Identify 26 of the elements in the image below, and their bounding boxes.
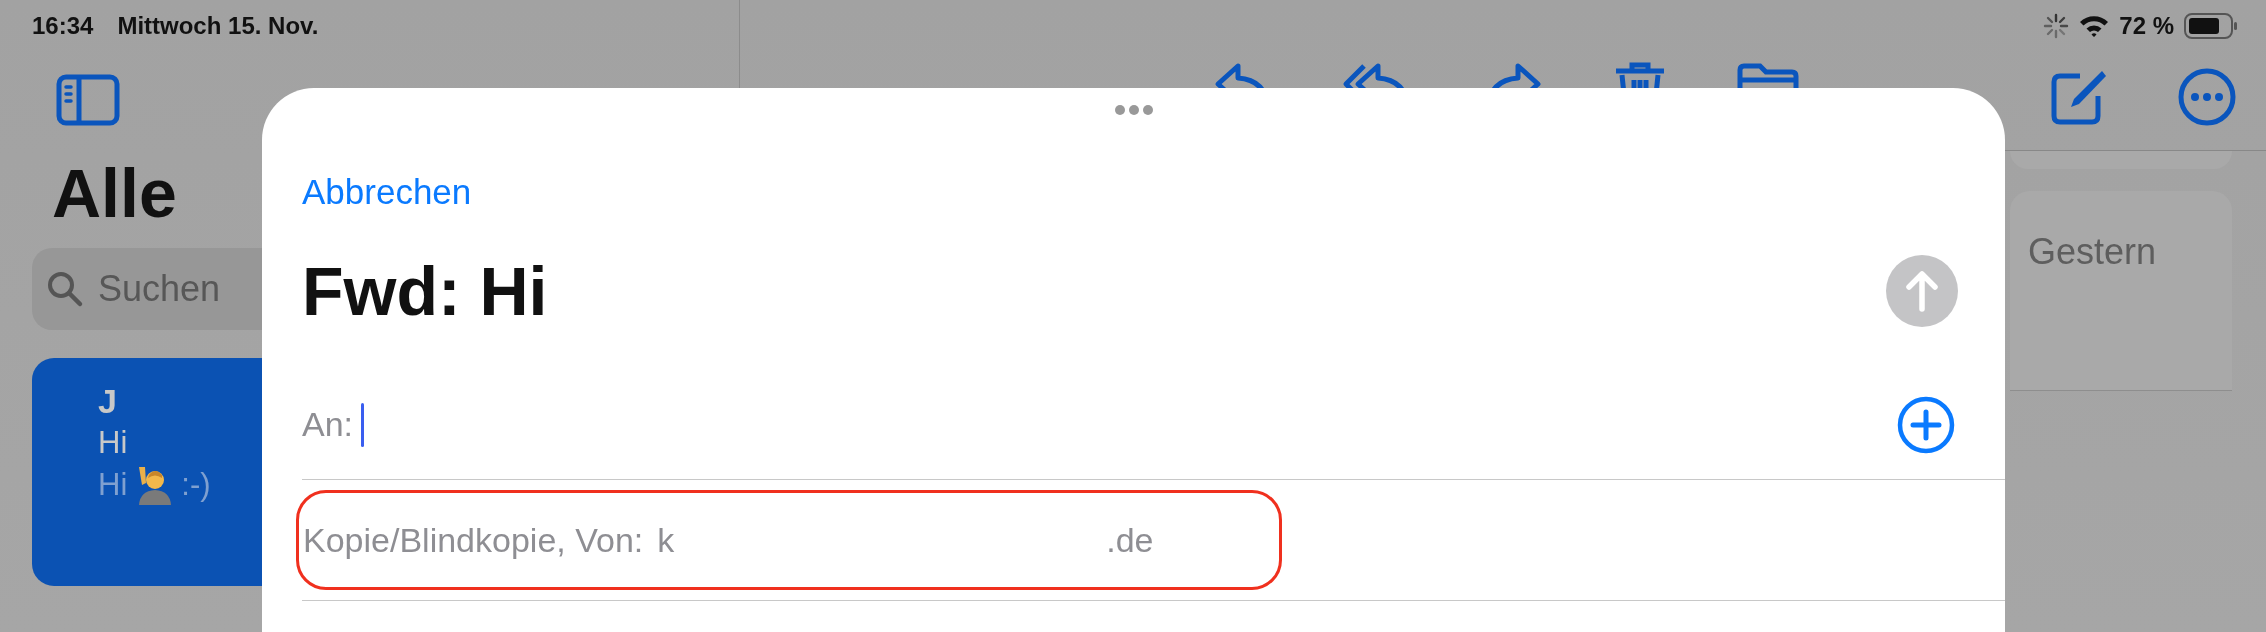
message-preview: :-) xyxy=(181,467,211,503)
subject-title: Fwd: Hi xyxy=(302,252,548,330)
search-icon xyxy=(46,270,84,308)
send-button[interactable] xyxy=(1886,255,1958,327)
to-label: An: xyxy=(302,405,354,444)
status-date: Mittwoch 15. Nov. xyxy=(117,12,319,40)
status-time: 16:34 xyxy=(32,12,94,40)
from-address: k xyxy=(657,520,675,560)
message-card[interactable]: Gestern xyxy=(2010,191,2232,391)
cancel-button[interactable]: Abbrechen xyxy=(302,172,472,212)
cc-from-label: Kopie/Blindkopie, Von: xyxy=(303,520,644,560)
text-cursor xyxy=(361,402,365,447)
battery-icon xyxy=(2184,13,2238,39)
message-date: Gestern xyxy=(2028,231,2157,272)
more-icon[interactable] xyxy=(2178,68,2236,126)
sidebar-toggle-icon[interactable] xyxy=(56,74,120,126)
add-contact-icon[interactable] xyxy=(1897,395,1955,454)
from-address: .de xyxy=(1106,520,1154,560)
activity-spinner-icon xyxy=(2043,13,2070,39)
wifi-icon xyxy=(2079,14,2110,38)
message-preview: Hi xyxy=(98,467,128,503)
grabber-icon[interactable] xyxy=(1113,104,1154,116)
message-subject: Hi xyxy=(98,425,129,461)
battery-percentage: 72 % xyxy=(2119,12,2174,40)
message-sender: J xyxy=(98,382,118,421)
mailbox-title: Alle xyxy=(52,154,177,233)
